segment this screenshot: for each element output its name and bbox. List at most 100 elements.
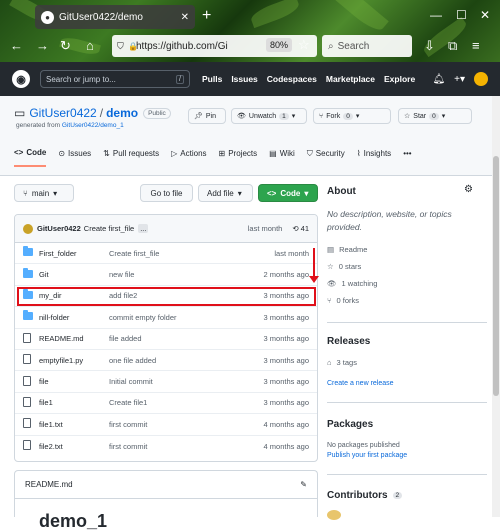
create-release-link[interactable]: Create a new release bbox=[327, 380, 394, 387]
watching-link[interactable]: 👁︎ 1 watching bbox=[327, 279, 377, 288]
scrollbar[interactable] bbox=[492, 96, 500, 517]
nav-explore[interactable]: Explore bbox=[384, 74, 415, 84]
about-title: About bbox=[327, 186, 477, 197]
bookmark-star-icon[interactable]: ☆ bbox=[298, 37, 310, 53]
browser-tab[interactable]: ● GitUser0422/demo ✕ bbox=[35, 5, 195, 29]
releases-title[interactable]: Releases bbox=[327, 336, 370, 347]
star-button[interactable]: ☆ Star 0 ▾ bbox=[398, 108, 472, 124]
packages-title[interactable]: Packages bbox=[327, 419, 373, 430]
tab-insights[interactable]: ⌇ Insights bbox=[357, 148, 391, 167]
commit-history-link[interactable]: ⟲ 41 bbox=[292, 224, 309, 233]
file-name[interactable]: file bbox=[39, 377, 109, 386]
table-row[interactable]: README.md file added 3 months ago bbox=[15, 329, 317, 350]
download-icon[interactable]: ⇩ bbox=[424, 38, 435, 54]
table-row[interactable]: file Initial commit 3 months ago bbox=[15, 371, 317, 393]
tab-code[interactable]: <> Code bbox=[14, 148, 47, 167]
unwatch-button[interactable]: 👁︎ Unwatch 1 ▾ bbox=[231, 108, 307, 124]
search-placeholder: Search or jump to... bbox=[46, 74, 116, 84]
stars-link[interactable]: ☆ 0 stars bbox=[327, 262, 361, 271]
scrollbar-thumb[interactable] bbox=[493, 156, 499, 396]
chevron-down-icon: ▾ bbox=[291, 113, 296, 120]
forward-icon[interactable]: → bbox=[36, 38, 49, 53]
file-commit-message[interactable]: file added bbox=[109, 334, 264, 343]
nav-pulls[interactable]: Pulls bbox=[202, 74, 222, 84]
file-commit-message[interactable]: Initial commit bbox=[109, 377, 264, 386]
commit-author[interactable]: GitUser0422 bbox=[37, 224, 81, 233]
header-actions: 🔔︎ +▾ bbox=[432, 72, 488, 86]
more-tabs-icon[interactable]: ••• bbox=[403, 148, 411, 167]
file-name[interactable]: file2.txt bbox=[39, 442, 109, 451]
file-name[interactable]: emptyfile1.py bbox=[39, 356, 109, 365]
file-name[interactable]: README.md bbox=[39, 334, 109, 343]
table-row[interactable]: file2.txt first commit 4 months ago bbox=[15, 436, 317, 457]
table-row[interactable]: emptyfile1.py one file added 3 months ag… bbox=[15, 350, 317, 372]
pencil-icon[interactable]: ✎ bbox=[300, 480, 307, 489]
avatar[interactable] bbox=[327, 510, 341, 520]
table-row[interactable]: file1 Create file1 3 months ago bbox=[15, 393, 317, 415]
file-commit-message[interactable]: commit empty folder bbox=[109, 313, 264, 322]
github-search-input[interactable]: Search or jump to... / bbox=[40, 70, 190, 88]
zoom-level[interactable]: 80% bbox=[266, 38, 293, 52]
file-commit-message[interactable]: first commit bbox=[109, 420, 264, 429]
file-name[interactable]: nill-folder bbox=[39, 313, 109, 322]
branch-selector[interactable]: ⑂ main ▾ bbox=[14, 184, 74, 202]
table-row[interactable]: file1.txt first commit 4 months ago bbox=[15, 414, 317, 436]
tags-link[interactable]: ⌂ 3 tags bbox=[327, 358, 357, 367]
minimize-icon[interactable]: — bbox=[430, 8, 442, 22]
file-name[interactable]: Git bbox=[39, 270, 109, 279]
avatar[interactable] bbox=[474, 72, 488, 86]
file-name[interactable]: file1 bbox=[39, 398, 109, 407]
nav-issues[interactable]: Issues bbox=[231, 74, 257, 84]
tab-issues[interactable]: ⊙ Issues bbox=[58, 148, 91, 167]
lock-icon[interactable]: 🔒 bbox=[128, 42, 138, 51]
nav-codespaces[interactable]: Codespaces bbox=[267, 74, 317, 84]
contributors-title[interactable]: Contributors 2 bbox=[327, 490, 403, 501]
avatar[interactable] bbox=[23, 223, 33, 234]
tab-projects[interactable]: ⊞ Projects bbox=[219, 148, 258, 167]
reload-icon[interactable]: ↻ bbox=[60, 38, 71, 54]
menu-icon[interactable]: ≡ bbox=[472, 38, 480, 53]
readme-link[interactable]: ▤ Readme bbox=[327, 245, 367, 254]
code-button[interactable]: <> Code ▾ bbox=[258, 184, 318, 202]
window-close-icon[interactable]: ✕ bbox=[480, 8, 490, 22]
tab-security[interactable]: ⛉ Security bbox=[307, 148, 345, 167]
create-new-icon[interactable]: +▾ bbox=[454, 74, 465, 85]
table-row[interactable]: Git new file 2 months ago bbox=[15, 264, 317, 286]
file-commit-message[interactable]: first commit bbox=[109, 442, 264, 451]
fork-button[interactable]: ⑂ Fork 0 ▾ bbox=[313, 108, 391, 124]
repo-name-link[interactable]: demo bbox=[106, 106, 138, 120]
publish-package-link[interactable]: Publish your first package bbox=[327, 452, 407, 459]
browser-search-input[interactable]: ⌕ Search bbox=[322, 35, 412, 57]
nav-marketplace[interactable]: Marketplace bbox=[326, 74, 375, 84]
file-commit-message[interactable]: one file added bbox=[109, 356, 264, 365]
shield-icon[interactable]: ⛉ bbox=[117, 41, 124, 52]
gear-icon[interactable]: ⚙ bbox=[464, 184, 473, 195]
template-repo-link[interactable]: GitUser0422/demo_1 bbox=[62, 122, 124, 129]
file-name[interactable]: file1.txt bbox=[39, 420, 109, 429]
new-tab-icon[interactable]: + bbox=[202, 7, 211, 25]
home-icon[interactable]: ⌂ bbox=[86, 38, 94, 53]
go-to-file-button[interactable]: Go to file bbox=[140, 184, 193, 202]
commit-message[interactable]: Create first_file bbox=[84, 224, 134, 233]
table-row[interactable]: nill-folder commit empty folder 3 months… bbox=[15, 307, 317, 329]
tab-actions[interactable]: ▷ Actions bbox=[171, 148, 206, 167]
pin-button[interactable]: 📌︎ Pin bbox=[188, 108, 226, 124]
github-logo-icon[interactable]: ◉ bbox=[12, 70, 30, 88]
back-icon[interactable]: ← bbox=[10, 38, 23, 53]
tab-wiki[interactable]: ▤ Wiki bbox=[269, 148, 295, 167]
extensions-icon[interactable]: ⧉ bbox=[448, 38, 457, 54]
repo-owner-link[interactable]: GitUser0422 bbox=[29, 106, 96, 120]
file-commit-message[interactable]: Create file1 bbox=[109, 398, 264, 407]
add-file-button[interactable]: Add file ▾ bbox=[198, 184, 253, 202]
forks-link[interactable]: ⑂ 0 forks bbox=[327, 296, 359, 305]
table-row[interactable]: First_folder Create first_file last mont… bbox=[15, 243, 317, 265]
tab-pull-requests[interactable]: ⇅ Pull requests bbox=[103, 148, 159, 167]
close-tab-icon[interactable]: ✕ bbox=[181, 12, 189, 23]
maximize-icon[interactable]: ☐ bbox=[456, 8, 467, 22]
file-commit-message[interactable]: new file bbox=[109, 270, 264, 279]
commit-time[interactable]: last month bbox=[248, 224, 283, 233]
file-name[interactable]: First_folder bbox=[39, 249, 109, 258]
notification-bell-icon[interactable]: 🔔︎ bbox=[432, 74, 445, 85]
expand-commit-button[interactable]: ... bbox=[138, 224, 149, 233]
file-commit-message[interactable]: Create first_file bbox=[109, 249, 274, 258]
